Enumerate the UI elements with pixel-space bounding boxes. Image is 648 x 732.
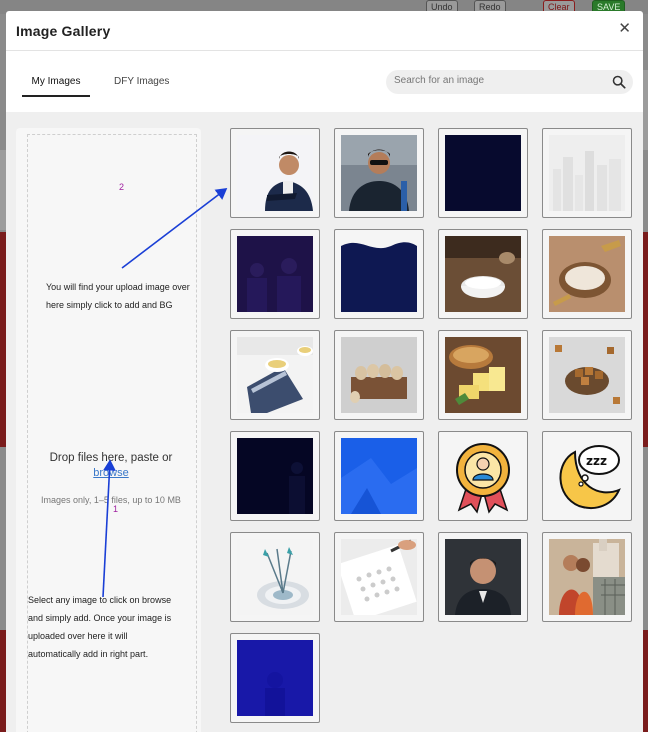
gallery-image xyxy=(445,539,521,615)
annotation-line: Select any image to click on browse xyxy=(28,595,172,605)
gallery-tile[interactable] xyxy=(230,128,320,218)
browse-link[interactable]: browse xyxy=(16,467,206,479)
gallery-tile[interactable] xyxy=(230,532,320,622)
gallery-image xyxy=(237,539,313,615)
gallery-tile[interactable]: zzz xyxy=(542,431,632,521)
annotation-marker-1: 1 xyxy=(113,504,119,514)
gallery-image xyxy=(341,438,417,514)
gallery-tile[interactable] xyxy=(230,431,320,521)
drop-files-text: Drop files here, paste or xyxy=(49,452,173,464)
gallery-tile[interactable] xyxy=(334,128,424,218)
annotation-line: You will find your upload image over xyxy=(46,282,190,292)
gallery-image xyxy=(445,236,521,312)
search-box xyxy=(386,70,633,94)
gallery-image xyxy=(341,337,417,413)
gallery-image xyxy=(237,438,313,514)
gallery-tile[interactable] xyxy=(334,431,424,521)
gallery-tile[interactable] xyxy=(542,128,632,218)
gallery-image xyxy=(549,135,625,211)
gallery-tile[interactable] xyxy=(438,431,528,521)
gallery-tile[interactable] xyxy=(542,532,632,622)
gallery-tile[interactable] xyxy=(334,532,424,622)
search-input[interactable] xyxy=(394,75,604,86)
gallery-tile[interactable] xyxy=(438,128,528,218)
gallery-tile[interactable] xyxy=(230,633,320,723)
gallery-image xyxy=(549,539,625,615)
modal-title: Image Gallery xyxy=(16,23,111,39)
svg-text:zzz: zzz xyxy=(586,454,607,468)
tab-my-images[interactable]: My Images xyxy=(22,76,90,97)
gallery-image xyxy=(237,640,313,716)
gallery-tile[interactable] xyxy=(542,330,632,420)
gallery-image xyxy=(445,135,521,211)
gallery-image xyxy=(237,236,313,312)
gallery-tile[interactable] xyxy=(438,330,528,420)
gallery-image xyxy=(549,236,625,312)
gallery-image xyxy=(237,337,313,413)
employee-award-badge-icon xyxy=(445,438,521,514)
gallery-tile[interactable] xyxy=(542,229,632,319)
gallery-tile[interactable] xyxy=(230,229,320,319)
search-icon[interactable] xyxy=(612,75,626,89)
modal-header: Image Gallery ✕ xyxy=(6,11,643,51)
annotation-note-top: You will find your upload image over her… xyxy=(46,278,190,314)
gallery-image xyxy=(445,337,521,413)
tab-dfy-images[interactable]: DFY Images xyxy=(114,76,169,87)
annotation-note-bottom: Select any image to click on browse and … xyxy=(28,591,171,663)
gallery-tile[interactable] xyxy=(438,229,528,319)
gallery-image xyxy=(341,236,417,312)
gallery-image xyxy=(549,337,625,413)
annotation-line: here simply click to add and BG xyxy=(46,300,173,310)
gallery-tile[interactable] xyxy=(334,229,424,319)
annotation-line: and simply add. Once your image is xyxy=(28,613,172,623)
tabs-bar: My Images DFY Images xyxy=(6,51,643,111)
annotation-marker-2: 2 xyxy=(119,182,125,192)
annotation-line: uploaded over here it will xyxy=(28,631,128,641)
gallery-tile[interactable] xyxy=(438,532,528,622)
gallery-image xyxy=(341,539,417,615)
annotation-line: automatically add in right part. xyxy=(28,649,149,659)
moon-zzz-sleep-icon: zzz xyxy=(549,438,625,514)
upload-hint: Images only, 1–5 files, up to 10 MB xyxy=(41,495,181,505)
gallery-image xyxy=(237,135,313,211)
gallery-tile[interactable] xyxy=(230,330,320,420)
close-icon[interactable]: ✕ xyxy=(618,21,631,37)
gallery-image xyxy=(341,135,417,211)
gallery-tile[interactable] xyxy=(334,330,424,420)
